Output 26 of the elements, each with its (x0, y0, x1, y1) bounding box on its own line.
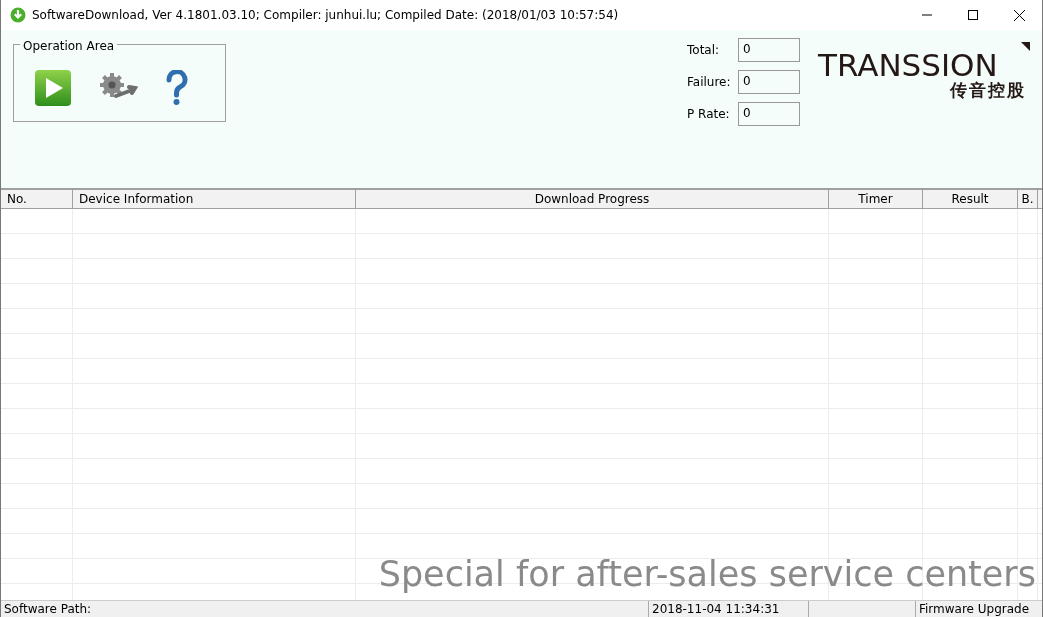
banner-text: Special for after-sales service centers (378, 557, 1036, 592)
app-icon (10, 7, 26, 23)
counter-field[interactable]: 0 (738, 70, 800, 94)
column-header[interactable]: Device Information (73, 190, 356, 208)
maximize-icon (968, 10, 978, 20)
column-header[interactable]: Download Progress (356, 190, 829, 208)
logo-subtitle: 传音控股 (949, 81, 1027, 100)
window-title: SoftwareDownload, Ver 4.1801.03.10; Compiler: junhui.lu; Compiled Date: (2018/01/03 10:57:54) (32, 7, 619, 24)
logo-corner-icon (1021, 42, 1030, 51)
counter-label: P Rate: (687, 106, 731, 123)
column-header[interactable]: B. (1018, 190, 1038, 208)
column-header[interactable]: No. (1, 190, 73, 208)
status-datetime: 2018-11-04 11:34:31 (649, 601, 809, 617)
play-button[interactable] (34, 69, 72, 107)
counter-field[interactable]: 0 (738, 102, 800, 126)
close-icon (1013, 9, 1025, 21)
status-path: Software Path: (1, 601, 649, 617)
group-title: Operation Area (20, 37, 118, 55)
counter-label: Failure: (687, 74, 732, 91)
counter-field[interactable]: 0 (738, 38, 800, 62)
column-header[interactable]: Timer (829, 190, 923, 208)
counter-label: Total: (687, 42, 721, 59)
help-button[interactable] (164, 70, 190, 106)
column-header[interactable]: Result (923, 190, 1018, 208)
logo-text: TRANSSION (818, 50, 998, 81)
status-mode: Firmware Upgrade (918, 601, 1031, 617)
